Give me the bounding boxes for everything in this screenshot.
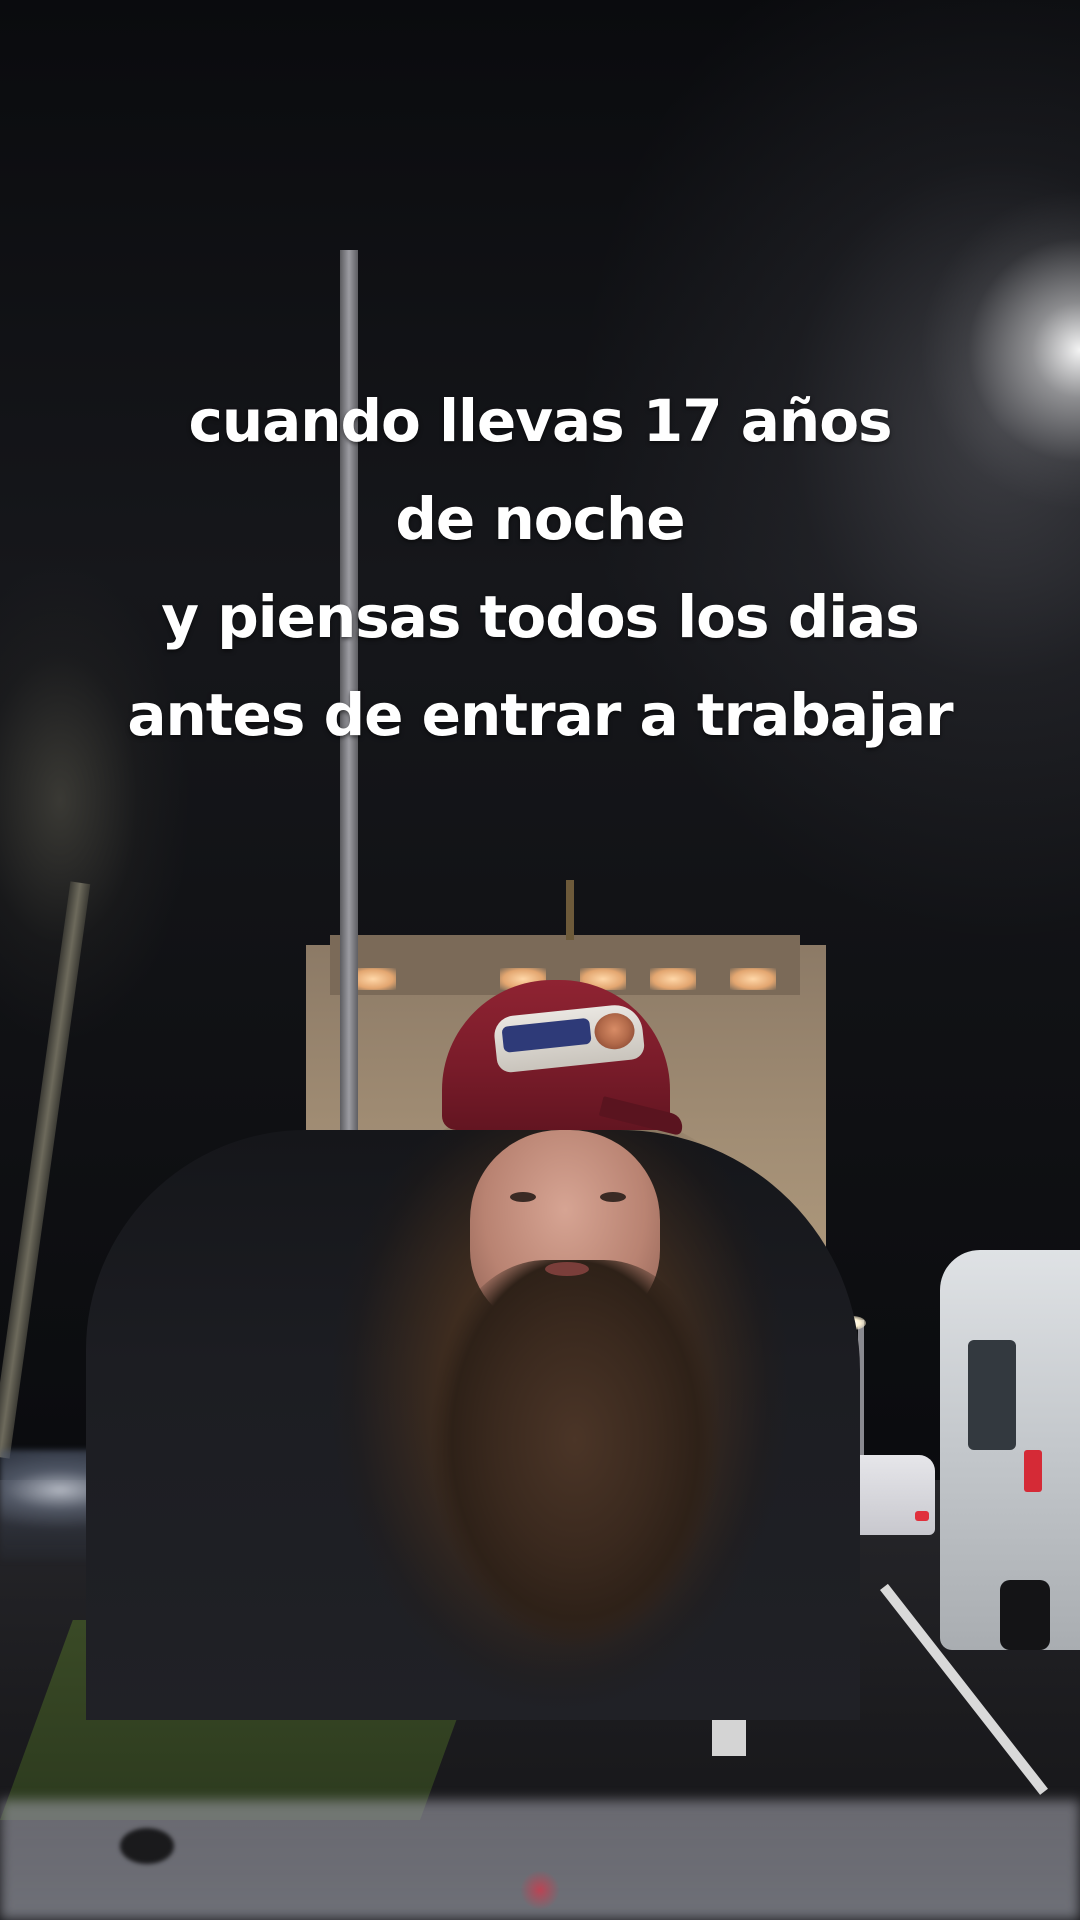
hood-spot [120,1828,174,1864]
van-wheel [1000,1580,1050,1650]
arch-light [650,968,696,990]
arch-light [730,968,776,990]
tail-light [915,1511,929,1521]
lane-marking-short [712,1718,746,1756]
white-van [940,1250,1080,1650]
cap-patch-text-area [501,1017,592,1053]
person-beard [430,1260,720,1660]
caption-line: de noche [395,485,685,553]
van-tail-light [1024,1450,1042,1492]
cap-patch-emblem [592,1011,637,1052]
person-eye [510,1192,536,1202]
caption-line: cuando llevas 17 años [188,387,892,455]
video-frame: cuando llevas 17 años de noche y piensas… [0,0,1080,1920]
hood-reflection [520,1870,560,1910]
person-eye [600,1192,626,1202]
person-mouth [545,1262,589,1276]
van-window [968,1340,1016,1450]
caption-line: y piensas todos los dias [161,583,920,651]
caption-overlay: cuando llevas 17 años de noche y piensas… [0,372,1080,764]
caption-line: antes de entrar a trabajar [127,681,953,749]
flag-pole [566,880,574,940]
